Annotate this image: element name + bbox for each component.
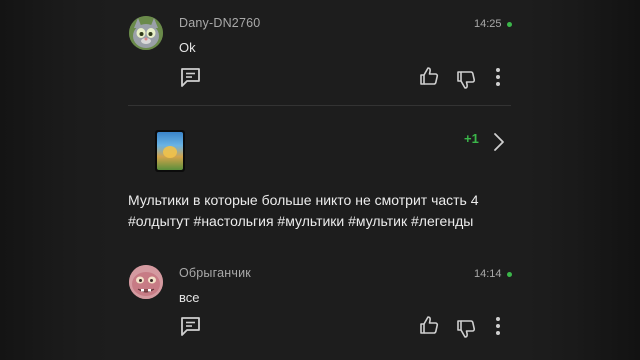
thumbs-up-icon[interactable] — [419, 66, 439, 86]
comment-time: 14:14 — [474, 268, 502, 280]
thumbs-up-icon[interactable] — [419, 315, 439, 335]
comment-time: 14:25 — [474, 18, 502, 30]
more-options-icon[interactable] — [495, 316, 501, 336]
reply-icon[interactable] — [180, 67, 201, 88]
thumbs-down-icon[interactable] — [456, 70, 476, 90]
avatar[interactable] — [129, 265, 163, 299]
comment-username[interactable]: Dany-DN2760 — [179, 16, 260, 30]
comment-username[interactable]: Обрыганчик — [179, 266, 251, 280]
avatar[interactable] — [129, 16, 163, 50]
chevron-right-icon[interactable] — [493, 132, 505, 152]
post-thumbnail[interactable] — [155, 130, 185, 172]
post-description: Мультики в которые больше никто не смотр… — [128, 192, 479, 229]
background-right — [527, 0, 640, 360]
online-indicator — [507, 22, 512, 27]
more-options-icon[interactable] — [495, 67, 501, 87]
pink-creature-avatar-icon — [129, 265, 163, 299]
reaction-count: +1 — [464, 131, 479, 146]
comment-text: Ok — [179, 40, 196, 55]
divider — [128, 105, 511, 106]
reply-icon[interactable] — [180, 316, 201, 337]
comment-text: все — [179, 290, 200, 305]
comments-panel — [112, 0, 527, 360]
thumbs-down-icon[interactable] — [456, 319, 476, 339]
online-indicator — [507, 272, 512, 277]
cartoon-thumbnail-icon — [157, 132, 183, 170]
background-left — [0, 0, 112, 360]
talking-tom-avatar-icon — [129, 16, 163, 50]
